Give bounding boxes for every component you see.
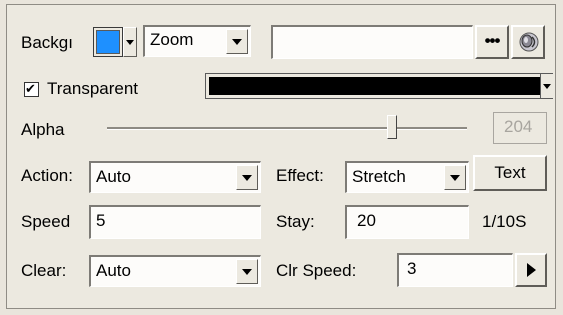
chevron-down-icon <box>543 84 551 89</box>
chevron-down-icon <box>450 174 460 181</box>
alpha-slider[interactable] <box>107 115 467 143</box>
color-bar-fill <box>209 77 541 95</box>
color-swatch[interactable] <box>93 27 123 57</box>
clear-select[interactable]: Auto <box>89 255 261 287</box>
speed-label: Speed <box>21 212 71 231</box>
alpha-slider-track <box>107 127 467 130</box>
color-bar-dropdown-button[interactable] <box>540 74 553 98</box>
browse-button[interactable]: ••• <box>475 25 509 59</box>
mode-select-value: Zoom <box>150 30 194 49</box>
color-bar-select[interactable] <box>205 73 553 99</box>
settings-panel: Backgı Zoom ••• ✔ Transparent Alpha 204 … <box>6 4 556 309</box>
ellipsis-icon: ••• <box>484 31 501 50</box>
action-label: Action: <box>21 166 73 185</box>
action-select-value: Auto <box>96 167 131 186</box>
speed-value: 5 <box>96 211 106 230</box>
background-path-input[interactable] <box>271 25 473 59</box>
mode-select-dropdown-button[interactable] <box>226 29 248 54</box>
effect-select-dropdown-button[interactable] <box>444 165 466 190</box>
transparent-label: Transparent <box>47 79 139 98</box>
alpha-value-input[interactable]: 204 <box>493 112 547 144</box>
chevron-down-icon <box>242 268 252 275</box>
speed-input[interactable]: 5 <box>89 205 261 239</box>
text-button[interactable]: Text <box>473 155 547 191</box>
preview-sound-button[interactable] <box>511 25 545 59</box>
action-select-dropdown-button[interactable] <box>236 165 258 190</box>
clr-speed-label: Clr Speed: <box>276 261 357 280</box>
color-swatch-fill <box>96 30 120 54</box>
checkmark-icon: ✔ <box>25 81 36 96</box>
stay-label: Stay: <box>276 212 315 231</box>
alpha-label: Alpha <box>21 120 65 139</box>
effect-select[interactable]: Stretch <box>345 161 469 193</box>
stay-value: 20 <box>357 211 376 230</box>
clr-speed-input[interactable]: 3 <box>397 253 513 287</box>
stay-unit-label: 1/10S <box>482 212 527 231</box>
clear-label: Clear: <box>21 261 67 280</box>
stay-input[interactable]: 20 <box>345 205 469 239</box>
alpha-slider-thumb[interactable] <box>387 115 397 139</box>
clear-select-dropdown-button[interactable] <box>236 259 258 284</box>
clr-speed-value: 3 <box>407 259 417 278</box>
chevron-down-icon <box>242 174 252 181</box>
text-button-label: Text <box>494 163 526 182</box>
color-dropdown-button[interactable] <box>123 27 137 57</box>
background-label: Backgı <box>21 33 73 52</box>
effect-label: Effect: <box>276 166 324 185</box>
chevron-down-icon <box>126 40 134 45</box>
clear-select-value: Auto <box>96 261 131 280</box>
action-select[interactable]: Auto <box>89 161 261 193</box>
play-arrow-icon <box>527 263 536 277</box>
alpha-value: 204 <box>504 117 533 136</box>
chevron-down-icon <box>232 38 242 45</box>
mode-select[interactable]: Zoom <box>143 25 251 57</box>
effect-select-value: Stretch <box>352 167 406 186</box>
transparent-checkbox[interactable]: ✔ <box>24 81 39 97</box>
speaker-icon <box>519 32 539 52</box>
play-button[interactable] <box>515 253 547 287</box>
